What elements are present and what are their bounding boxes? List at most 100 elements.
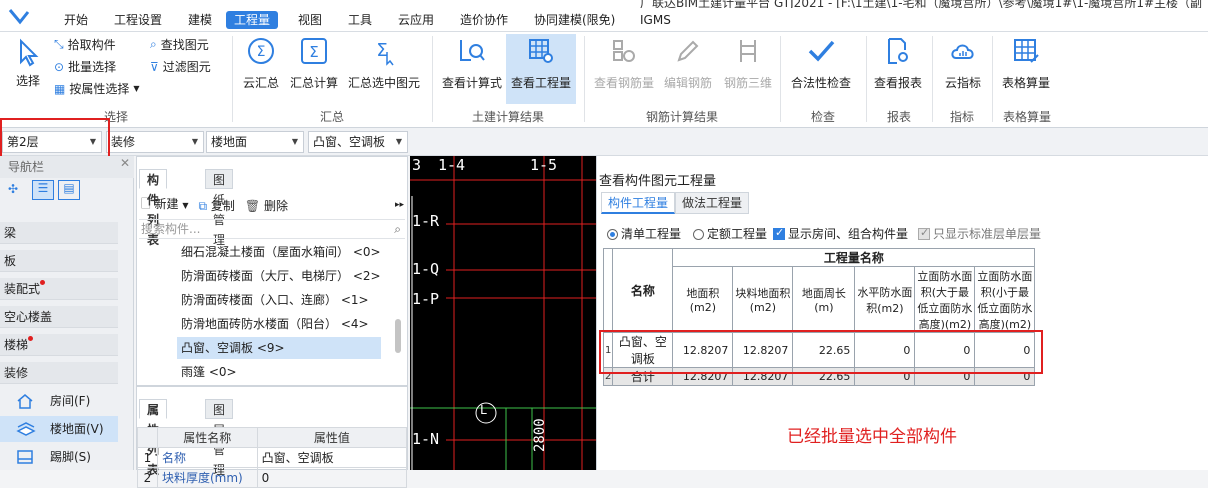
- tab-component-list[interactable]: 构件列表: [139, 169, 168, 247]
- filter-icon: ⊽: [150, 59, 159, 74]
- nav-category-stairs[interactable]: 楼梯: [0, 334, 118, 356]
- nav-item-room[interactable]: 房间(F): [0, 388, 118, 414]
- cursor-arrow-icon: [20, 38, 39, 67]
- axis-label: 1-P: [412, 290, 440, 308]
- menu-tools[interactable]: 工具: [340, 11, 380, 29]
- tab-drawing-management[interactable]: 图纸管理: [205, 169, 234, 247]
- nav-item-floor[interactable]: 楼地面(V): [0, 416, 118, 442]
- chevron-down-icon: ▼: [182, 200, 189, 210]
- axis-label: 1-N: [412, 430, 440, 448]
- summary-selected-button[interactable]: Σ 汇总选中图元: [346, 36, 422, 91]
- detail-view-icon[interactable]: ▤: [58, 180, 80, 200]
- attribute-select-icon: ▦: [54, 81, 66, 96]
- attr-col-name: 属性名称: [156, 427, 258, 448]
- navigation-panel: 导航栏 ✕ ✣ ☰ ▤ 梁 板 装配式 空心楼盖 楼梯 装修 房间(F) 楼地面…: [0, 156, 134, 470]
- category-select[interactable]: 装修 ▼: [106, 131, 204, 153]
- sigma-box-icon: Σ: [301, 38, 327, 64]
- index-group-label: 指标: [949, 110, 974, 124]
- type-select[interactable]: 楼地面 ▼: [206, 131, 304, 153]
- delete-component-button[interactable]: 🗑 删除: [245, 197, 288, 214]
- component-item-selected[interactable]: 凸窗、空调板 <9>: [177, 337, 381, 359]
- summary-group-label: 汇总: [319, 110, 344, 124]
- view-formula-button[interactable]: 查看计算式: [440, 36, 504, 91]
- new-component-button[interactable]: 🗋 新建 ▼: [141, 195, 188, 216]
- cloud-index-button[interactable]: 云指标: [938, 36, 988, 91]
- summary-calc-button[interactable]: Σ 汇总计算: [288, 36, 340, 91]
- tab-layer-management[interactable]: 图层管理: [205, 399, 234, 477]
- component-item[interactable]: 雨篷 <0>: [177, 361, 237, 383]
- window-title: 广联达BIM土建计量平台 GTJ2021 - [F:\1土建\1-宅和（魔境宫所…: [640, 0, 1203, 8]
- table-row[interactable]: 1 名称 凸窗、空调板: [137, 447, 408, 468]
- tab-component-quantity[interactable]: 构件工程量: [601, 192, 676, 214]
- rebar-3d-button[interactable]: 钢筋三维: [720, 36, 776, 91]
- standard-floor-checkbox[interactable]: 只显示标准层单层量: [918, 225, 1041, 242]
- view-rebar-button[interactable]: 查看钢筋量: [592, 36, 656, 91]
- menu-igms[interactable]: IGMS: [632, 11, 679, 29]
- col-header: 立面防水面积(小于最低立面防水高度)(m2): [974, 266, 1036, 333]
- tab-method-quantity[interactable]: 做法工程量: [675, 192, 750, 214]
- list-view-icon[interactable]: ☰: [32, 180, 54, 200]
- table-quantity-button[interactable]: 表格算量: [998, 36, 1054, 91]
- nav-category-hollow-floor[interactable]: 空心楼盖: [0, 306, 118, 328]
- axis-label: L: [480, 403, 488, 417]
- pick-component-button[interactable]: ⤡ 拾取构件: [54, 36, 116, 53]
- list-quantity-radio[interactable]: 清单工程量: [607, 225, 681, 242]
- more-icon[interactable]: ▸▸: [395, 200, 404, 210]
- menu-collab-modeling[interactable]: 协同建模(限免): [526, 11, 623, 29]
- nav-category-decoration[interactable]: 装修: [0, 362, 118, 384]
- check-group-label: 检查: [810, 110, 835, 124]
- cad-canvas[interactable]: 3 1-4 1-5 1-R 1-Q 1-P 1-N L 2800: [410, 156, 596, 470]
- copy-component-button[interactable]: ⧉ 复制: [198, 197, 234, 214]
- component-item[interactable]: 防滑面砖楼面（大厅、电梯厅） <2>: [177, 265, 381, 287]
- nav-item-skirting[interactable]: 踢脚(S): [0, 444, 118, 470]
- table-search-icon: [529, 39, 553, 63]
- trash-icon: 🗑: [244, 198, 261, 213]
- nav-category-prefab[interactable]: 装配式: [0, 278, 118, 300]
- chevron-down-icon: ▼: [191, 137, 198, 146]
- show-rooms-checkbox[interactable]: 显示房间、组合构件量: [773, 225, 908, 242]
- table-edit-icon: [1014, 39, 1039, 63]
- nav-category-slab[interactable]: 板: [0, 250, 118, 272]
- select-button[interactable]: 选择: [10, 38, 46, 89]
- view-quantity-button[interactable]: 查看工程量: [506, 34, 576, 104]
- component-item[interactable]: 细石混凝土楼面（屋面水箱间） <0>: [177, 241, 381, 263]
- rebar-cage-icon: [740, 40, 756, 62]
- legality-check-button[interactable]: 合法性检查: [788, 36, 854, 91]
- rebar-search-icon: [613, 40, 635, 62]
- batch-select-button[interactable]: ⊙ 批量选择: [54, 58, 116, 75]
- filter-element-button[interactable]: ⊽ 过滤图元: [150, 58, 211, 75]
- menu-quantity[interactable]: 工程量: [226, 11, 279, 29]
- menu-start[interactable]: 开始: [56, 11, 96, 29]
- menu-cloud[interactable]: 云应用: [390, 11, 442, 29]
- component-item[interactable]: 防滑面砖楼面（入口、连廊） <1>: [177, 289, 369, 311]
- table-row[interactable]: 2 块料厚度(mm) 0: [137, 467, 408, 488]
- find-element-button[interactable]: ⌕ 查找图元: [150, 36, 209, 53]
- svg-text:Σ: Σ: [376, 40, 387, 61]
- component-scrollbar[interactable]: [395, 319, 401, 353]
- radio-selected-icon: [607, 228, 618, 240]
- menu-view[interactable]: 视图: [290, 11, 330, 29]
- tab-attribute-list[interactable]: 属性列表: [139, 399, 168, 477]
- batch-select-icon: ⊙: [54, 59, 65, 74]
- app-logo-icon: [8, 9, 30, 25]
- quota-quantity-radio[interactable]: 定额工程量: [693, 225, 767, 242]
- select-by-attribute-button[interactable]: ▦ 按属性选择 ▼: [54, 80, 140, 97]
- cloud-summary-button[interactable]: Σ 云汇总: [240, 36, 282, 91]
- col-header: 水平防水面积(m2): [854, 266, 916, 333]
- nav-category-beam[interactable]: 梁: [0, 222, 118, 244]
- component-search-input[interactable]: 搜索构件... ⌕: [139, 219, 405, 239]
- close-icon[interactable]: ✕: [120, 156, 130, 170]
- col-header: 块料地面积(m2): [732, 266, 794, 333]
- axis-label: 1-Q: [412, 260, 440, 278]
- attr-col-value: 属性值: [256, 427, 408, 448]
- menu-project-settings[interactable]: 工程设置: [106, 11, 170, 29]
- col-header: 地面周长(m): [792, 266, 856, 333]
- radio-icon: [693, 228, 705, 240]
- view-report-button[interactable]: 查看报表: [870, 36, 926, 91]
- edit-rebar-button[interactable]: 编辑钢筋: [660, 36, 716, 91]
- menu-modeling[interactable]: 建模: [180, 11, 220, 29]
- component-select[interactable]: 凸窗、空调板 ▼: [308, 131, 408, 153]
- component-item[interactable]: 防滑地面砖防水楼面（阳台） <4>: [177, 313, 369, 335]
- menu-cost-collab[interactable]: 造价协作: [452, 11, 516, 29]
- pin-icon[interactable]: ✣: [8, 182, 18, 196]
